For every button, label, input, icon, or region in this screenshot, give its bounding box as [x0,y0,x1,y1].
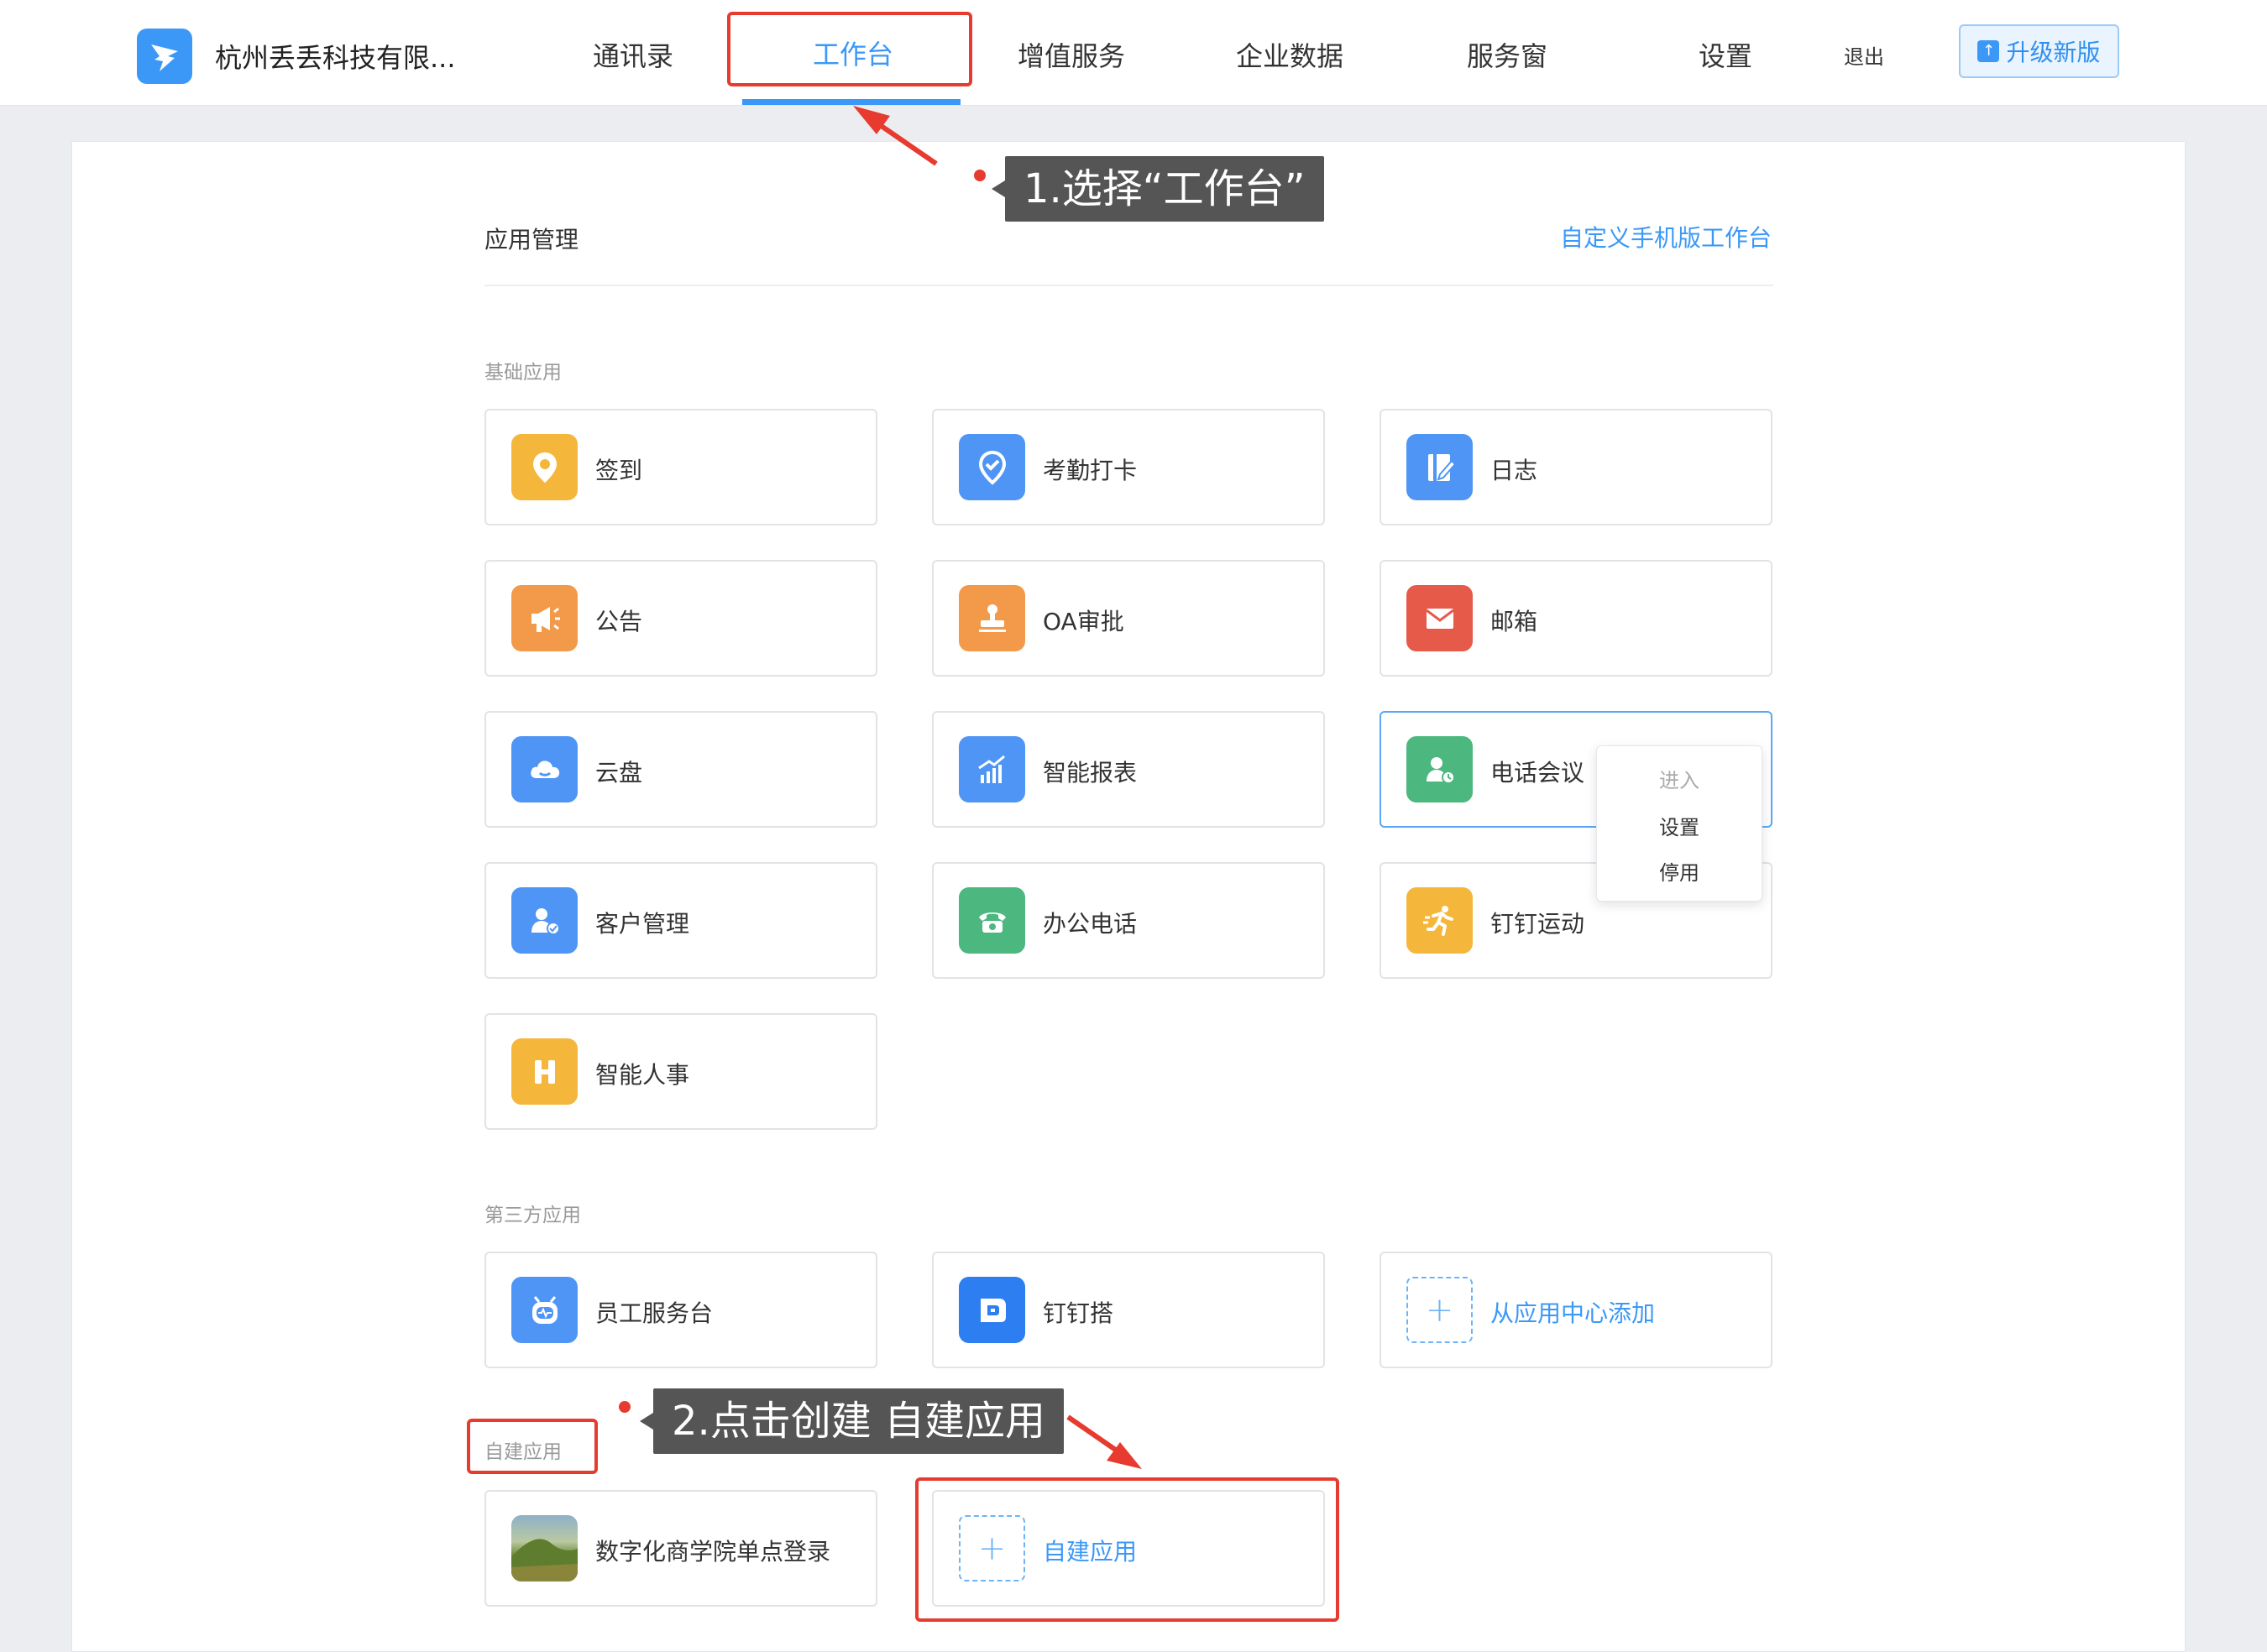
app-name: 员工服务台 [595,1299,714,1327]
mail-icon [1406,585,1473,651]
add-from-app-center-card[interactable]: + 从应用中心添加 [1380,1252,1772,1368]
dingda-icon [959,1277,1025,1343]
location-pin-icon [511,434,578,500]
app-name: 签到 [595,457,643,484]
active-tab-indicator [742,99,961,105]
app-card-employee-service-desk[interactable]: 员工服务台 [484,1252,877,1368]
nav-settings[interactable]: 设置 [1699,35,1752,74]
divider [484,285,1773,286]
nav-value-added-services[interactable]: 增值服务 [1018,35,1125,74]
app-card-digital-business-school-sso[interactable]: 数字化商学院单点登录 [484,1490,877,1607]
journal-icon [1406,434,1473,500]
app-card-smart-reports[interactable]: 智能报表 [932,711,1325,828]
nav-contacts[interactable]: 通讯录 [593,35,673,74]
customer-icon [511,887,578,954]
app-card-cloud-disk[interactable]: 云盘 [484,711,877,828]
nav-enterprise-data[interactable]: 企业数据 [1236,35,1343,74]
menu-item-enter[interactable]: 进入 [1597,764,1762,793]
annotation-box-self-built-label [467,1419,598,1474]
megaphone-icon [511,585,578,651]
upgrade-label: 升级新版 [2006,39,2101,66]
chart-icon [959,736,1025,802]
annotation-step2: 2.点击创建 自建应用 [639,1388,1065,1454]
telephone-icon [959,887,1025,954]
app-name: 钉钉搭 [1043,1299,1114,1327]
app-name: 公告 [595,608,643,635]
nav-service-window[interactable]: 服务窗 [1467,35,1547,74]
app-card-dingda[interactable]: 钉钉搭 [932,1252,1325,1368]
robot-icon [511,1277,578,1343]
app-name: 云盘 [595,759,643,787]
upload-arrow-icon: ↑ [1977,40,2000,62]
app-name: 客户管理 [595,910,690,938]
company-name: 杭州丢丢科技有限... [215,42,456,74]
app-name: 智能人事 [595,1061,690,1089]
app-name: 办公电话 [1043,910,1138,938]
app-card-mailbox[interactable]: 邮箱 [1380,560,1772,677]
group-label-basic: 基础应用 [484,362,562,384]
plus-icon: + [1406,1277,1473,1343]
app-name: 从应用中心添加 [1490,1299,1656,1327]
check-pin-icon [959,434,1025,500]
menu-item-disable[interactable]: 停用 [1597,856,1762,886]
group-label-third-party: 第三方应用 [484,1205,581,1226]
app-card-office-phone[interactable]: 办公电话 [932,862,1325,979]
app-card-attendance[interactable]: 考勤打卡 [932,409,1325,525]
app-name: 邮箱 [1490,608,1538,635]
annotation-box-workbench [727,12,972,86]
app-name: OA审批 [1043,608,1124,635]
cloud-icon [511,736,578,802]
running-icon [1406,887,1473,954]
customize-mobile-workbench-link[interactable]: 自定义手机版工作台 [1560,220,1772,254]
app-card-journal[interactable]: 日志 [1380,409,1772,525]
app-card-oa-approval[interactable]: OA审批 [932,560,1325,677]
app-name: 智能报表 [1043,759,1138,787]
app-name: 考勤打卡 [1043,457,1138,484]
dingtalk-logo-icon [137,29,192,84]
app-context-menu: 进入 设置 停用 [1596,745,1762,902]
app-card-announcement[interactable]: 公告 [484,560,877,677]
page-title: 应用管理 [484,226,579,254]
app-card-smart-hr[interactable]: 智能人事 [484,1013,877,1130]
app-name: 数字化商学院单点登录 [595,1538,831,1566]
top-navigation-bar: 杭州丢丢科技有限... 通讯录 工作台 增值服务 企业数据 服务窗 设置 退出 … [0,0,2267,106]
annotation-dot [974,170,986,181]
h-icon [511,1038,578,1105]
annotation-dot [619,1401,631,1413]
app-name: 钉钉运动 [1490,910,1585,938]
photo-thumbnail-icon [511,1515,578,1581]
annotation-box-create-app [915,1477,1339,1622]
app-card-checkin[interactable]: 签到 [484,409,877,525]
app-card-customer-management[interactable]: 客户管理 [484,862,877,979]
annotation-step1: 1.选择“工作台” [992,156,1324,222]
logout-link[interactable]: 退出 [1844,40,1884,70]
upgrade-button[interactable]: ↑ 升级新版 [1959,24,2119,78]
app-name: 日志 [1490,457,1538,484]
stamp-icon [959,585,1025,651]
app-name: 电话会议 [1490,759,1585,787]
phone-meeting-icon [1406,736,1473,802]
menu-item-settings[interactable]: 设置 [1597,811,1762,840]
